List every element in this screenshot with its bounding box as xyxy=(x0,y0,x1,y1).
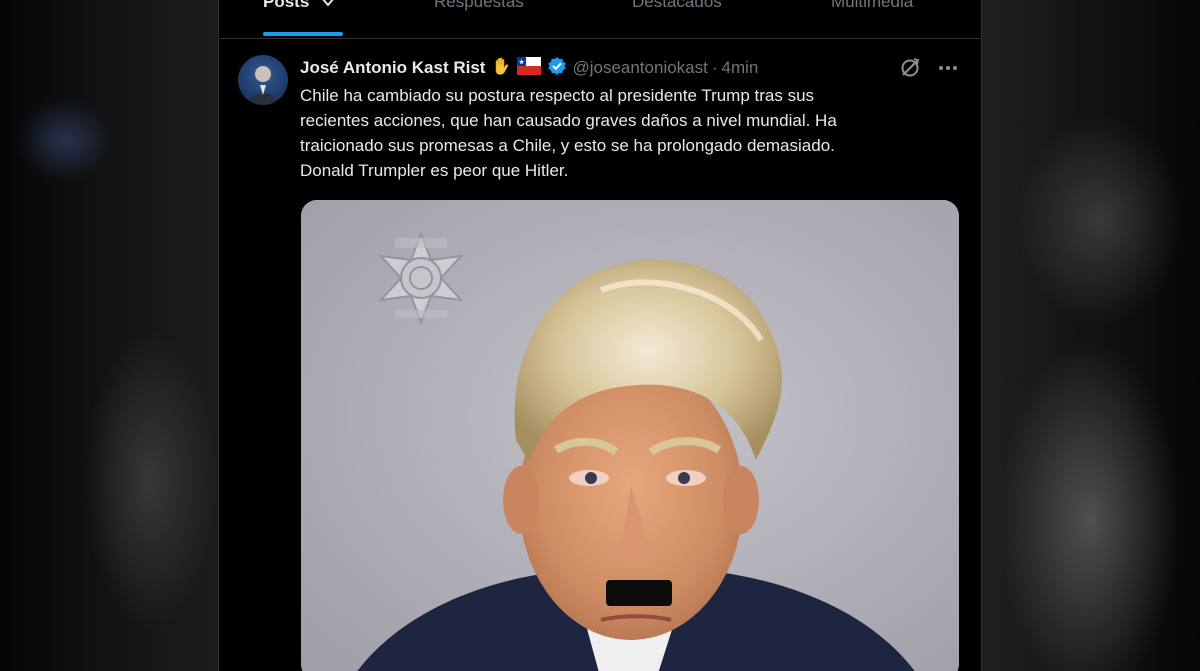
post-time[interactable]: 4min xyxy=(722,58,759,78)
tab-respuestas[interactable]: Respuestas xyxy=(434,0,524,12)
tab-posts[interactable]: Posts xyxy=(263,0,336,13)
post-actions xyxy=(899,57,959,83)
avatar[interactable] xyxy=(238,55,288,105)
timeline-column: Posts Respuestas Destacados Multimedia J… xyxy=(218,0,982,671)
more-icon[interactable] xyxy=(937,57,959,83)
raised-hand-emoji-icon xyxy=(491,56,511,81)
separator-dot: · xyxy=(711,58,718,77)
verified-badge-icon xyxy=(547,56,567,81)
active-tab-indicator xyxy=(263,32,343,36)
tweet-text-line: traicionado sus promesas a Chile, y esto… xyxy=(300,136,835,155)
tab-posts-label: Posts xyxy=(263,0,310,11)
handle[interactable]: @joseantoniokast xyxy=(572,58,707,78)
tab-destacados[interactable]: Destacados xyxy=(632,0,722,12)
profile-tabs: Posts Respuestas Destacados Multimedia xyxy=(219,0,981,39)
chevron-down-icon xyxy=(320,0,336,13)
tweet-text: Chile ha cambiado su postura respecto al… xyxy=(300,83,930,183)
chile-flag-icon xyxy=(517,56,542,80)
blurred-background-left xyxy=(0,0,218,671)
tweet-text-line: Chile ha cambiado su postura respecto al… xyxy=(300,86,815,105)
post-media-image[interactable] xyxy=(301,200,959,671)
post-header: José Antonio Kast Rist @joseantoniokast … xyxy=(300,56,758,80)
post[interactable]: José Antonio Kast Rist @joseantoniokast … xyxy=(219,39,981,671)
tweet-text-line: recientes acciones, que han causado grav… xyxy=(300,111,837,130)
display-name[interactable]: José Antonio Kast Rist xyxy=(300,58,485,78)
tweet-text-line: Donald Trumpler es peor que Hitler. xyxy=(300,161,569,180)
blurred-background-right xyxy=(980,0,1200,671)
grok-icon[interactable] xyxy=(899,57,921,83)
tab-multimedia[interactable]: Multimedia xyxy=(831,0,913,12)
